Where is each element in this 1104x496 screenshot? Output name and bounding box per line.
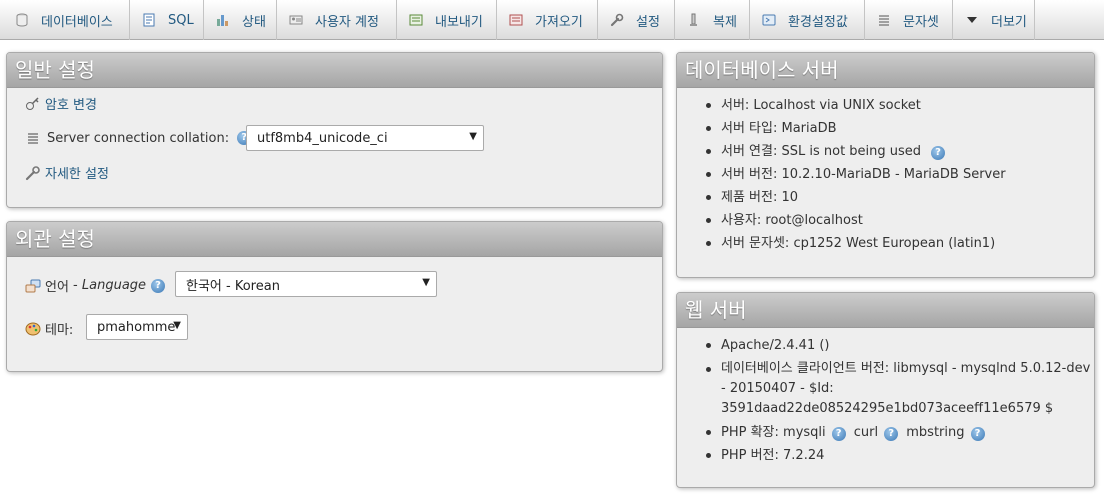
language-value: 한국어 - Korean (186, 278, 280, 294)
tab-import[interactable]: 가져오기 (497, 0, 598, 40)
tab-export[interactable]: 내보내기 (397, 0, 497, 40)
tab-import-label: 가져오기 (535, 14, 583, 30)
language-label: 언어 (45, 280, 69, 295)
tab-variables-label: 환경설정값 (788, 14, 848, 30)
theme-label: 테마: (45, 323, 74, 338)
more-settings-link[interactable]: 자세한 설정 (45, 163, 109, 182)
tab-user-accounts-label: 사용자 계정 (315, 14, 379, 30)
database-server-list: 서버: Localhost via UNIX socket 서버 타입: Mar… (701, 94, 1006, 255)
language-select[interactable]: 한국어 - Korean ▼ (175, 271, 437, 297)
list-icon (25, 130, 41, 146)
db-client-line-1: 데이터베이스 클라이언트 버전: libmysql - mysqlnd 5.0.… (721, 361, 1091, 376)
tab-sql-label: SQL (168, 12, 194, 28)
palette-icon (25, 321, 41, 337)
chevron-down-icon: ▼ (422, 277, 430, 288)
tab-status-label: 상태 (242, 14, 266, 30)
status-chart-icon (216, 13, 230, 27)
dropdown-triangle-icon (965, 13, 979, 27)
appearance-settings-title: 외관 설정 (7, 222, 662, 257)
collation-value: utf8mb4_unicode_ci (257, 130, 388, 146)
db-client-line-2: - 20150407 - $Id: (721, 381, 834, 396)
key-icon (25, 96, 41, 112)
user-accounts-icon (289, 13, 303, 27)
db-client-version-item: 데이터베이스 클라이언트 버전: libmysql - mysqlnd 5.0.… (701, 359, 1091, 419)
apache-version-item: Apache/2.4.41 () (701, 334, 1091, 357)
tab-sql[interactable]: SQL (130, 0, 204, 40)
php-ext-mbstring: mbstring (906, 425, 965, 440)
server-info-item: 서버: Localhost via UNIX socket (701, 94, 1006, 117)
curl-help-icon[interactable]: ? (884, 427, 899, 441)
tab-variables[interactable]: 환경설정값 (750, 0, 865, 40)
php-ext-label: PHP 확장: (721, 425, 779, 440)
tab-settings[interactable]: 설정 (598, 0, 675, 40)
collation-label: Server connection collation: (47, 130, 230, 146)
tab-user-accounts[interactable]: 사용자 계정 (277, 0, 397, 40)
tab-replication[interactable]: 복제 (675, 0, 750, 40)
sql-icon (142, 13, 156, 27)
database-server-title: 데이터베이스 서버 (677, 53, 1094, 88)
web-server-panel: 웹 서버 Apache/2.4.41 () 데이터베이스 클라이언트 버전: l… (676, 292, 1095, 488)
php-extensions-item: PHP 확장: mysqli? curl? mbstring? (701, 421, 1091, 444)
web-server-list: Apache/2.4.41 () 데이터베이스 클라이언트 버전: libmys… (701, 334, 1091, 467)
language-icon (25, 278, 41, 294)
server-type-item: 서버 타입: MariaDB (701, 117, 1006, 140)
server-connection-item: 서버 연결: SSL is not being used? (701, 140, 1006, 163)
php-ext-curl: curl (853, 425, 879, 440)
change-password-row: 암호 변경 (25, 94, 97, 113)
more-settings-row: 자세한 설정 (25, 163, 109, 182)
appearance-settings-panel: 외관 설정 언어 - Language ? 한국어 - Korean ▼ 테마:… (6, 221, 663, 372)
tab-databases-label: 데이터베이스 (41, 14, 113, 30)
php-version-item: PHP 버전: 7.2.24 (701, 444, 1091, 467)
tab-replication-label: 복제 (713, 14, 737, 30)
wrench-icon (25, 165, 41, 181)
export-icon (409, 13, 423, 27)
theme-row: 테마: (25, 319, 73, 338)
tab-settings-label: 설정 (636, 14, 660, 30)
theme-value: pmahomme (97, 319, 176, 335)
server-connection-text: 서버 연결: SSL is not being used (721, 144, 922, 159)
language-english-label: Language (81, 278, 147, 293)
wrench-icon (610, 13, 624, 27)
chevron-down-icon: ▼ (173, 320, 181, 331)
collation-row: Server connection collation: ? (25, 130, 252, 146)
change-password-link[interactable]: 암호 변경 (45, 94, 97, 113)
language-help-icon[interactable]: ? (151, 278, 166, 293)
replication-icon (687, 13, 701, 27)
tab-databases[interactable]: 데이터베이스 (0, 0, 130, 40)
language-separator: - (68, 278, 82, 293)
database-server-panel: 데이터베이스 서버 서버: Localhost via UNIX socket … (676, 52, 1095, 278)
server-charset-item: 서버 문자셋: cp1252 West European (latin1) (701, 232, 1006, 255)
web-server-title: 웹 서버 (677, 293, 1094, 328)
php-ext-mysqli: mysqli (783, 425, 826, 440)
database-icon (15, 13, 29, 27)
mysqli-help-icon[interactable]: ? (831, 427, 846, 441)
tab-export-label: 내보내기 (435, 14, 483, 30)
mbstring-help-icon[interactable]: ? (970, 427, 985, 441)
collation-select[interactable]: utf8mb4_unicode_ci ▼ (246, 125, 484, 151)
chevron-down-icon: ▼ (469, 131, 477, 142)
tab-more-label: 더보기 (991, 14, 1027, 30)
charset-icon (877, 13, 891, 27)
user-item: 사용자: root@localhost (701, 209, 1006, 232)
top-menu-bar: 데이터베이스 SQL 상태 사용자 계정 내보내기 가져오기 설정 복제 환경설… (0, 0, 1104, 40)
tab-charset-label: 문자셋 (903, 14, 939, 30)
tab-more[interactable]: 더보기 (953, 0, 1035, 40)
general-settings-panel: 일반 설정 암호 변경 Server connection collation:… (6, 52, 663, 208)
protocol-version-item: 제품 버전: 10 (701, 186, 1006, 209)
language-row: 언어 - Language ? (25, 276, 166, 295)
general-settings-title: 일반 설정 (7, 53, 662, 88)
import-icon (509, 13, 523, 27)
theme-select[interactable]: pmahomme ▼ (86, 314, 188, 340)
db-client-line-3: 3591daad22de08524295e1bd073aceeff11e6579… (721, 401, 1054, 416)
ssl-help-icon[interactable]: ? (931, 146, 946, 160)
variables-icon (762, 13, 776, 27)
tab-status[interactable]: 상태 (204, 0, 277, 40)
server-version-item: 서버 버전: 10.2.10-MariaDB - MariaDB Server (701, 163, 1006, 186)
tab-charset[interactable]: 문자셋 (865, 0, 953, 40)
